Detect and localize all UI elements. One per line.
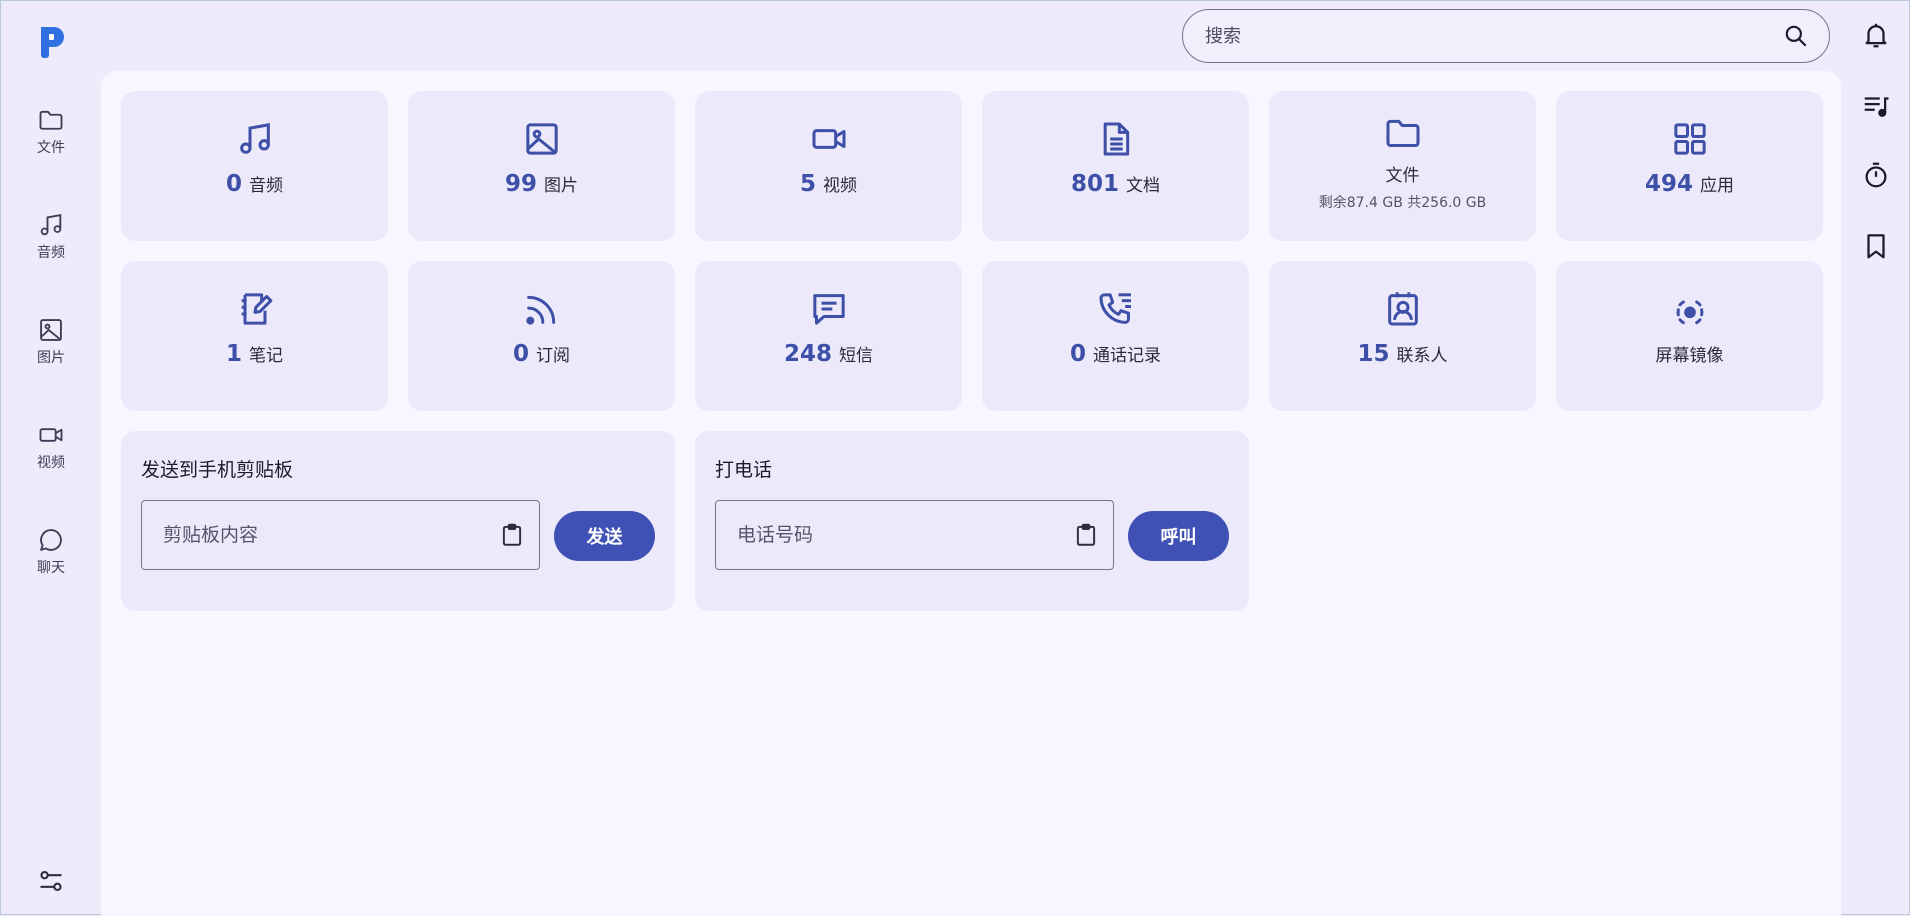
- call-log-icon: [1099, 293, 1131, 324]
- card-count: 15: [1357, 341, 1390, 367]
- card-documents[interactable]: 801 文档: [982, 91, 1249, 241]
- music-icon: [40, 213, 62, 236]
- video-icon: [39, 428, 63, 442]
- card-count: 801: [1070, 171, 1119, 197]
- call-button[interactable]: 呼叫: [1128, 511, 1229, 561]
- card-label: 文件: [1385, 166, 1420, 186]
- folder-icon: [1386, 119, 1419, 147]
- card-images[interactable]: 99 图片: [408, 91, 675, 241]
- card-count: 494: [1644, 171, 1693, 197]
- document-icon: [1103, 122, 1129, 156]
- card-count: 0: [1069, 341, 1086, 367]
- card-label: 音频: [249, 176, 283, 196]
- card-label: 文档: [1126, 176, 1160, 196]
- image-icon: [525, 123, 558, 155]
- card-apps[interactable]: 494 应用: [1556, 91, 1823, 241]
- search-input[interactable]: [1203, 24, 1783, 48]
- playlist-icon[interactable]: [1861, 91, 1891, 121]
- clipboard-icon[interactable]: [499, 522, 525, 548]
- card-notes[interactable]: 1 笔记: [121, 261, 388, 411]
- phone-field: [715, 500, 1114, 570]
- card-label: 笔记: [249, 346, 283, 366]
- sidebar-item-label: 聊天: [37, 560, 65, 576]
- card-contacts[interactable]: 15 联系人: [1269, 261, 1536, 411]
- card-feeds[interactable]: 0 订阅: [408, 261, 675, 411]
- card-audio[interactable]: 0 音频: [121, 91, 388, 241]
- clipboard-panel: 发送到手机剪贴板 发送: [121, 431, 675, 611]
- sidebar-item-chat[interactable]: 聊天: [1, 506, 101, 611]
- send-button[interactable]: 发送: [554, 511, 655, 561]
- card-count: 1: [225, 341, 242, 367]
- card-screen-mirror[interactable]: 屏幕镜像: [1556, 261, 1823, 411]
- sidebar-item-label: 视频: [37, 455, 65, 471]
- card-messages[interactable]: 248 短信: [695, 261, 962, 411]
- chat-icon: [40, 529, 62, 551]
- clipboard-field: [141, 500, 540, 570]
- card-label: 视频: [823, 176, 857, 196]
- storage-info: 剩余87.4 GB 共256.0 GB: [1318, 195, 1487, 211]
- apps-grid-icon: [1673, 123, 1706, 155]
- app-logo: [41, 27, 64, 58]
- card-label: 短信: [839, 346, 873, 366]
- main-content: 0 音频 99 图片 5 视频 801 文档 文件 剩余87.4 GB 共256.0 G…: [101, 71, 1841, 916]
- search-icon[interactable]: [1783, 23, 1809, 49]
- sidebar: 文件 音频 图片 视频 聊天: [1, 86, 101, 611]
- contact-icon: [1387, 292, 1418, 326]
- card-count: 5: [799, 171, 816, 197]
- bell-icon[interactable]: [1861, 20, 1891, 50]
- image-icon: [40, 319, 62, 341]
- card-count: 99: [504, 171, 537, 197]
- sidebar-item-videos[interactable]: 视频: [1, 401, 101, 506]
- screen-mirror-icon: [1676, 300, 1703, 325]
- card-label: 通话记录: [1093, 346, 1161, 366]
- music-icon: [239, 123, 270, 154]
- timer-icon[interactable]: [1861, 160, 1891, 190]
- card-label: 应用: [1700, 176, 1734, 196]
- bookmark-icon[interactable]: [1861, 231, 1891, 261]
- sidebar-item-images[interactable]: 图片: [1, 296, 101, 401]
- card-label: 图片: [544, 176, 578, 196]
- video-icon: [812, 129, 845, 149]
- clipboard-panel-title: 发送到手机剪贴板: [141, 459, 294, 481]
- folder-icon: [39, 110, 63, 130]
- card-call-log[interactable]: 0 通话记录: [982, 261, 1249, 411]
- search-bar: [1182, 9, 1830, 63]
- call-panel: 打电话 呼叫: [695, 431, 1249, 611]
- sidebar-item-label: 音频: [37, 245, 65, 261]
- rss-icon: [525, 295, 555, 325]
- message-icon: [812, 294, 845, 325]
- call-panel-title: 打电话: [715, 459, 773, 481]
- card-label: 订阅: [536, 346, 570, 366]
- sliders-icon[interactable]: [37, 867, 65, 895]
- notebook-icon: [241, 293, 272, 325]
- card-count: 0: [225, 171, 242, 197]
- card-label: 联系人: [1396, 346, 1448, 366]
- card-count: 0: [512, 341, 529, 367]
- phone-number-input[interactable]: [735, 523, 1073, 547]
- clipboard-input[interactable]: [161, 523, 499, 547]
- card-count: 248: [783, 341, 832, 367]
- sidebar-item-files[interactable]: 文件: [1, 86, 101, 191]
- sidebar-item-label: 图片: [37, 350, 65, 366]
- card-label: 屏幕镜像: [1655, 346, 1724, 366]
- sidebar-item-label: 文件: [37, 140, 65, 156]
- sidebar-item-audio[interactable]: 音频: [1, 191, 101, 296]
- clipboard-icon[interactable]: [1073, 522, 1099, 548]
- card-files[interactable]: 文件 剩余87.4 GB 共256.0 GB: [1269, 91, 1536, 241]
- card-videos[interactable]: 5 视频: [695, 91, 962, 241]
